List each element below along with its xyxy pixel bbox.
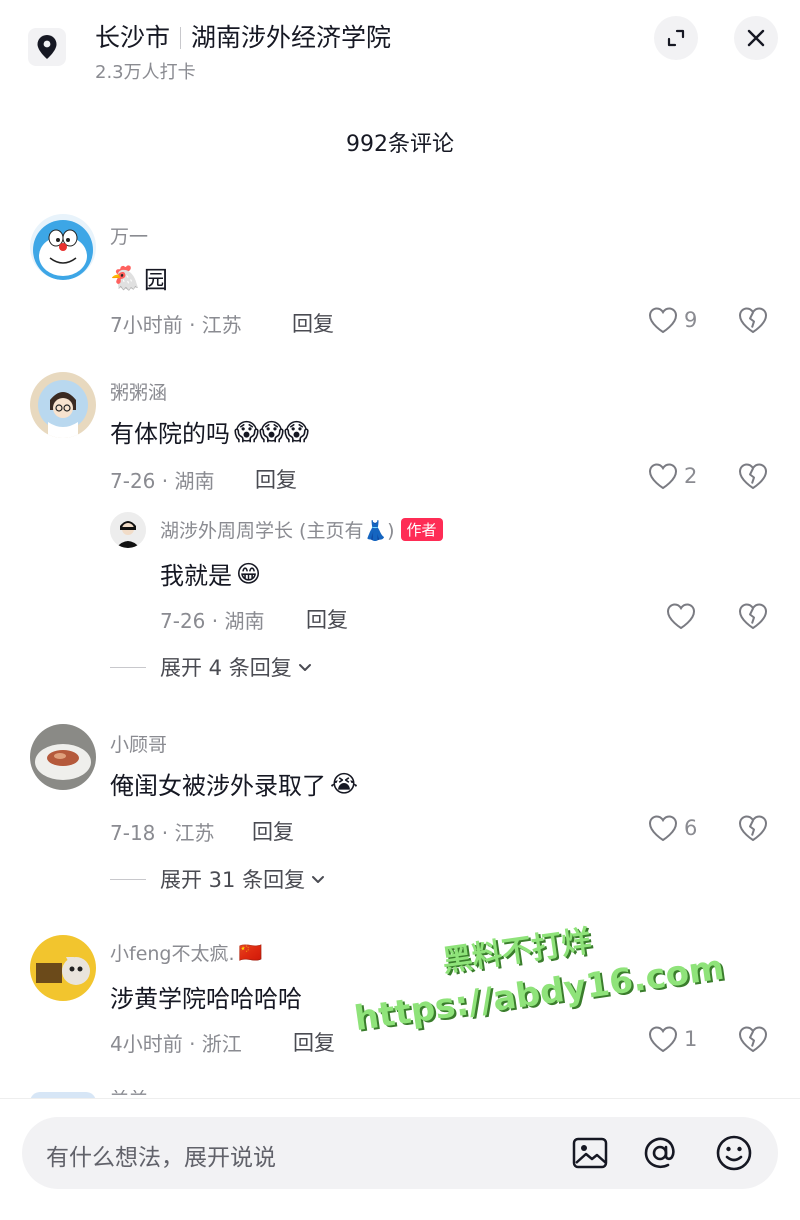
dislike-button[interactable] (738, 1025, 768, 1057)
watermark: 黑料不打烊 https://abdy16.com (345, 898, 727, 1039)
expand-divider (110, 666, 146, 668)
comment-username[interactable]: 万一 (110, 222, 148, 249)
rooster-emoji: 🐔 (110, 263, 140, 292)
reply-like-button[interactable] (666, 602, 696, 630)
expand-replies-label: 展开 31 条回复 (160, 868, 306, 892)
comment-text: 俺闺女被涉外录取了 😭 (110, 766, 358, 801)
comment-time-location: 7小时前 · 江苏 (110, 313, 242, 337)
expand-replies-button[interactable]: 展开 31 条回复 (110, 864, 327, 894)
scream-emoji: 😱😱😱 (234, 417, 310, 446)
reply-button[interactable]: 回复 (255, 464, 297, 494)
broken-heart-icon (738, 603, 768, 630)
broken-heart-icon (738, 463, 768, 490)
broken-heart-icon (738, 307, 768, 334)
avatar[interactable] (30, 935, 96, 1001)
comment-text-content: 涉黄学院哈哈哈哈 (110, 985, 302, 1013)
chevron-down-icon (312, 876, 325, 883)
emoji-icon[interactable] (712, 1131, 756, 1175)
expand-button[interactable] (654, 16, 698, 60)
image-icon[interactable] (568, 1131, 612, 1175)
chevron-down-icon (298, 664, 311, 671)
comment-username-row: 小feng不太疯. 🇨🇳 (110, 939, 262, 966)
expand-icon (667, 29, 685, 47)
reply-text: 我就是 😁 (160, 556, 261, 591)
avatar[interactable] (30, 214, 96, 280)
comment-text: 🐔 园 (110, 260, 168, 295)
expand-divider (110, 878, 146, 880)
city-name: 长沙市 (95, 23, 171, 52)
close-button[interactable] (734, 16, 778, 60)
comment-time-location: 7-18 · 江苏 (110, 821, 215, 845)
comment-input-placeholder: 有什么想法，展开说说 (46, 1145, 276, 1171)
like-count: 6 (684, 816, 698, 840)
expand-replies-label: 展开 4 条回复 (160, 656, 292, 680)
reply-button[interactable]: 回复 (306, 604, 348, 634)
dislike-button[interactable] (738, 814, 768, 846)
comment-username[interactable]: 粥粥涵 (110, 378, 167, 405)
like-button[interactable]: 1 (648, 1025, 697, 1053)
location-header: 长沙市 湖南涉外经济学院 2.3万人打卡 (0, 0, 800, 100)
like-button[interactable]: 2 (648, 462, 697, 490)
map-pin-icon[interactable] (28, 28, 66, 66)
heart-icon (666, 603, 696, 630)
heart-icon (648, 307, 678, 334)
place-name: 湖南涉外经济学院 (191, 23, 392, 52)
avatar[interactable] (30, 372, 96, 438)
comment-username[interactable]: 小顾哥 (110, 730, 167, 757)
comment-text-content: 园 (143, 266, 168, 294)
close-icon (747, 29, 765, 47)
watermark-title: 黑料不打烊 (440, 923, 594, 980)
comment-time-location: 7-26 · 湖南 (110, 469, 215, 493)
heart-icon (648, 1026, 678, 1053)
reply-username[interactable]: 湖涉外周周学长 (主页有👗) (160, 516, 395, 543)
comment-text: 涉黄学院哈哈哈哈 (110, 979, 302, 1014)
comment-input[interactable]: 有什么想法，展开说说 (22, 1117, 778, 1189)
comment-text: 有体院的吗 😱😱😱 (110, 414, 309, 449)
title-divider (180, 27, 182, 49)
checkin-count: 2.3万人打卡 (95, 62, 196, 83)
reply-time-location: 7-26 · 湖南 (160, 609, 265, 633)
comment-text-content: 俺闺女被涉外录取了 (110, 772, 326, 800)
like-button[interactable]: 6 (648, 814, 697, 842)
dislike-button[interactable] (738, 306, 768, 338)
reply-button[interactable]: 回复 (293, 1027, 335, 1057)
china-flag-icon: 🇨🇳 (238, 942, 263, 964)
comment-time-location: 4小时前 · 浙江 (110, 1032, 242, 1056)
comment-input-area: 有什么想法，展开说说 (0, 1098, 800, 1220)
at-icon[interactable] (638, 1131, 682, 1175)
dislike-button[interactable] (738, 462, 768, 494)
reply-dislike-button[interactable] (738, 602, 768, 634)
comment-username[interactable]: 小feng不太疯. (110, 939, 235, 966)
location-title[interactable]: 长沙市 湖南涉外经济学院 (95, 18, 391, 54)
comments-count-title: 992条评论 (346, 132, 454, 157)
broken-heart-icon (738, 815, 768, 842)
author-badge: 作者 (400, 518, 443, 541)
like-count: 9 (684, 308, 698, 332)
like-button[interactable]: 9 (648, 306, 697, 334)
crying-emoji: 😭 (330, 769, 359, 798)
expand-replies-button[interactable]: 展开 4 条回复 (110, 652, 314, 682)
broken-heart-icon (738, 1026, 768, 1053)
reply-username-row: 湖涉外周周学长 (主页有👗) 作者 (160, 516, 443, 543)
heart-icon (648, 815, 678, 842)
avatar[interactable] (30, 724, 96, 790)
reply-avatar[interactable] (110, 512, 146, 548)
like-count: 1 (684, 1027, 698, 1051)
like-count: 2 (684, 464, 698, 488)
reply-text-content: 我就是 (160, 562, 232, 590)
comment-text-content: 有体院的吗 (110, 420, 230, 448)
reply-button[interactable]: 回复 (292, 308, 334, 338)
heart-icon (648, 463, 678, 490)
reply-button[interactable]: 回复 (252, 816, 294, 846)
grin-emoji: 😁 (236, 559, 262, 588)
